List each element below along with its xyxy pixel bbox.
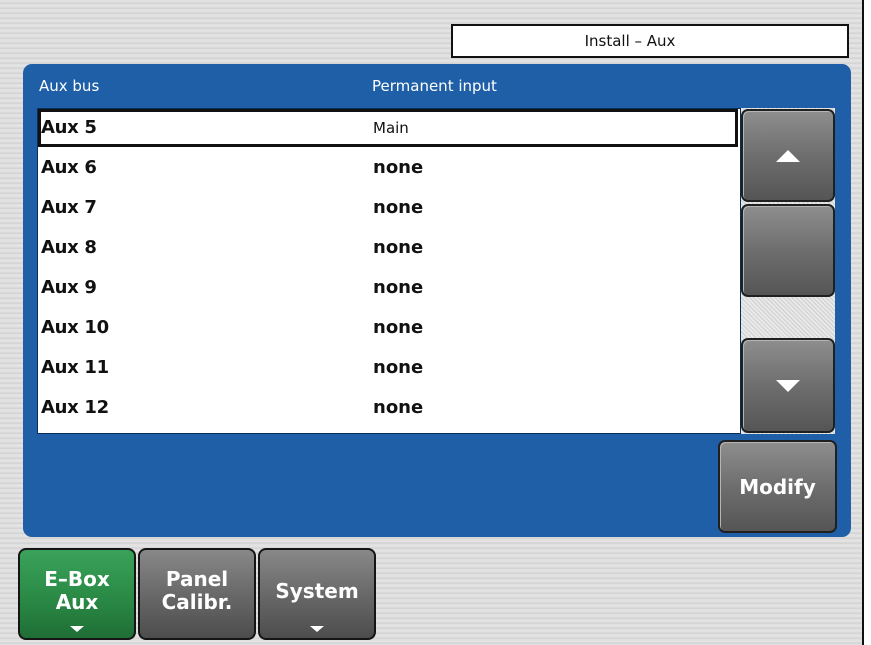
- table-row-aux-7[interactable]: Aux 7 none: [38, 189, 740, 229]
- permanent-input-value: none: [373, 317, 424, 338]
- table-row-aux-9[interactable]: Aux 9 none: [38, 269, 740, 309]
- tab-label-line2: Calibr.: [161, 590, 233, 614]
- permanent-input-value: none: [373, 157, 424, 178]
- tab-label-line1: System: [275, 578, 359, 603]
- menu-arrow-icon: [70, 626, 84, 632]
- permanent-input-value: none: [373, 357, 424, 378]
- aux-settings-panel: Aux bus Permanent input Aux 5 Main Aux 6…: [23, 64, 851, 537]
- tab-label-line1: Panel: [165, 567, 229, 591]
- scroll-up-button[interactable]: [741, 109, 835, 202]
- aux-bus-name: Aux 9: [41, 277, 97, 298]
- aux-bus-name: Aux 6: [41, 157, 97, 178]
- triangle-down-icon: [776, 379, 800, 392]
- right-edge-strip: [862, 0, 871, 645]
- page-title: Install – Aux: [451, 24, 849, 58]
- aux-bus-name: Aux 8: [41, 237, 97, 258]
- menu-arrow-icon: [310, 626, 324, 632]
- aux-bus-list: Aux 5 Main Aux 6 none Aux 7 none Aux 8 n…: [37, 108, 741, 434]
- tab-panel-calibr[interactable]: Panel Calibr.: [138, 548, 256, 640]
- aux-bus-name: Aux 5: [41, 117, 97, 138]
- permanent-input-value: none: [373, 277, 424, 298]
- table-row-aux-8[interactable]: Aux 8 none: [38, 229, 740, 269]
- aux-bus-name: Aux 7: [41, 197, 97, 218]
- table-row-aux-11[interactable]: Aux 11 none: [38, 349, 740, 389]
- table-row-aux-12[interactable]: Aux 12 none: [38, 389, 740, 429]
- modify-button[interactable]: Modify: [718, 440, 837, 533]
- tab-system[interactable]: System: [258, 548, 376, 640]
- triangle-up-icon: [776, 149, 800, 162]
- table-row-aux-5[interactable]: Aux 5 Main: [38, 109, 738, 147]
- table-row-aux-6[interactable]: Aux 6 none: [38, 149, 740, 189]
- permanent-input-value: none: [373, 197, 424, 218]
- tab-label-line2: Aux: [55, 590, 99, 614]
- tab-label-line1: E–Box: [44, 567, 110, 591]
- scroll-down-button[interactable]: [741, 338, 835, 433]
- scrollbar-thumb[interactable]: [741, 204, 835, 297]
- permanent-input-value: none: [373, 237, 424, 258]
- aux-bus-name: Aux 11: [41, 357, 109, 378]
- permanent-input-value: none: [373, 397, 424, 418]
- tab-e-box-aux[interactable]: E–Box Aux: [18, 548, 136, 640]
- column-header-permanent-input: Permanent input: [372, 77, 497, 95]
- table-row-aux-10[interactable]: Aux 10 none: [38, 309, 740, 349]
- aux-bus-name: Aux 12: [41, 397, 109, 418]
- aux-bus-name: Aux 10: [41, 317, 109, 338]
- permanent-input-value: Main: [373, 119, 409, 137]
- column-header-aux-bus: Aux bus: [39, 77, 100, 95]
